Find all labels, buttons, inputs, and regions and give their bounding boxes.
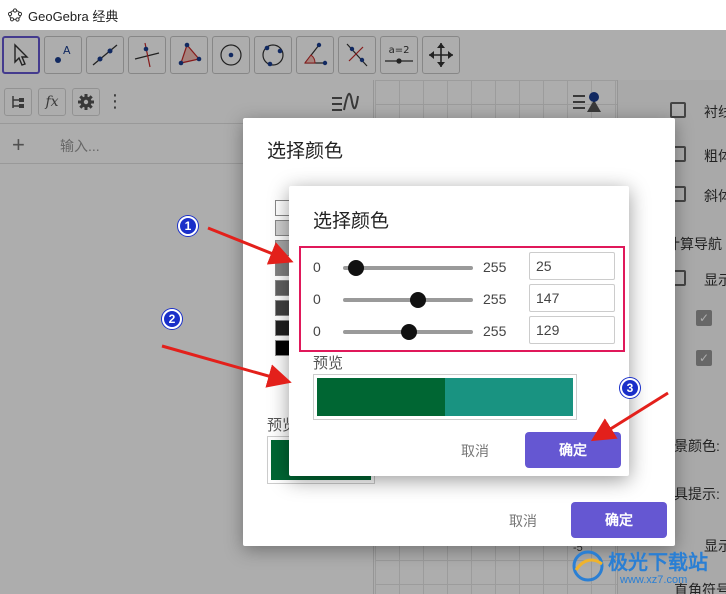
step-badge: 2	[162, 309, 182, 329]
green-slider-track[interactable]	[343, 292, 473, 308]
inner-preview-label: 预览	[313, 355, 344, 372]
slider-min: 0	[313, 259, 321, 275]
slider-max: 255	[483, 259, 507, 275]
window-title: GeoGebra 经典	[28, 8, 119, 24]
watermark-text: 极光下载站	[608, 552, 708, 574]
outer-cancel-button[interactable]: 取消	[487, 504, 559, 538]
slider-min: 0	[313, 291, 321, 307]
blue-slider-row: 0 255 129	[313, 316, 615, 346]
red-value-input[interactable]: 25	[529, 252, 615, 280]
blue-value-input[interactable]: 129	[529, 316, 615, 344]
slider-max: 255	[483, 291, 507, 307]
preview-new-color	[445, 378, 573, 416]
red-slider-row: 0 255 25	[313, 252, 615, 282]
preview-old-color	[317, 378, 445, 416]
inner-ok-button[interactable]: 确定	[525, 432, 621, 468]
red-slider-track[interactable]	[343, 260, 473, 276]
outer-ok-button[interactable]: 确定	[571, 502, 667, 538]
green-slider-thumb[interactable]	[409, 292, 426, 308]
red-slider-thumb[interactable]	[347, 260, 364, 276]
green-value-input[interactable]: 147	[529, 284, 615, 312]
inner-preview-box	[313, 374, 577, 420]
blue-slider-track[interactable]	[343, 324, 473, 340]
watermark-url: www.xz7.com	[620, 574, 688, 586]
step-badge: 1	[178, 216, 198, 236]
title-bar: GeoGebra 经典	[0, 0, 726, 30]
green-slider-row: 0 255 147	[313, 284, 615, 314]
inner-dialog-title: 选择颜色	[313, 211, 390, 232]
watermark-logo-icon	[572, 550, 604, 582]
outer-dialog-title: 选择颜色	[267, 141, 344, 162]
rgb-slider-group: 0 255 25 0 255 147 0 255 129	[299, 246, 625, 352]
geogebra-logo-icon	[8, 8, 22, 22]
inner-cancel-button[interactable]: 取消	[439, 434, 511, 468]
watermark: 极光下载站 www.xz7.com	[568, 540, 726, 594]
slider-max: 255	[483, 323, 507, 339]
inner-color-dialog: 选择颜色 0 255 25 0 255 147 0 255 129 预览 取消 …	[289, 186, 629, 476]
slider-min: 0	[313, 323, 321, 339]
step-badge: 3	[620, 378, 640, 398]
blue-slider-thumb[interactable]	[400, 324, 417, 340]
modal-backdrop-top	[0, 30, 726, 80]
